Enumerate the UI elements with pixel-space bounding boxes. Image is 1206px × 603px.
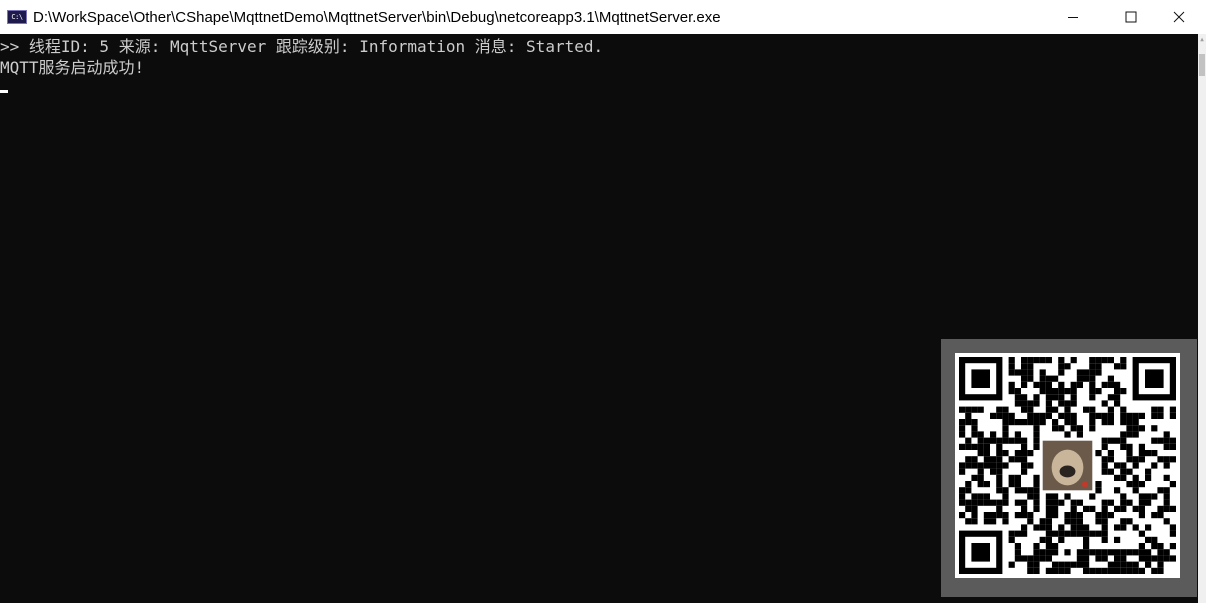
close-icon bbox=[1173, 11, 1185, 23]
window-title: D:\WorkSpace\Other\CShape\MqttnetDemo\Mq… bbox=[33, 8, 721, 26]
qr-code-icon bbox=[955, 353, 1180, 578]
close-button[interactable] bbox=[1152, 0, 1206, 34]
console-line: >> 线程ID: 5 来源: MqttServer 跟踪级别: Informat… bbox=[0, 37, 604, 56]
console-app-icon[interactable]: C:\ bbox=[7, 10, 27, 24]
qr-code-overlay bbox=[941, 339, 1197, 597]
scroll-up-arrow-icon[interactable]: ▲ bbox=[1198, 36, 1206, 44]
maximize-icon bbox=[1125, 11, 1137, 23]
minimize-button[interactable] bbox=[1044, 0, 1102, 34]
scrollbar-thumb[interactable] bbox=[1199, 54, 1205, 76]
title-bar[interactable]: C:\ D:\WorkSpace\Other\CShape\MqttnetDem… bbox=[0, 0, 1206, 34]
vertical-scrollbar[interactable]: ▲ bbox=[1198, 34, 1206, 603]
text-cursor bbox=[0, 90, 8, 93]
minimize-icon bbox=[1068, 17, 1078, 18]
console-line: MQTT服务启动成功! bbox=[0, 58, 145, 77]
